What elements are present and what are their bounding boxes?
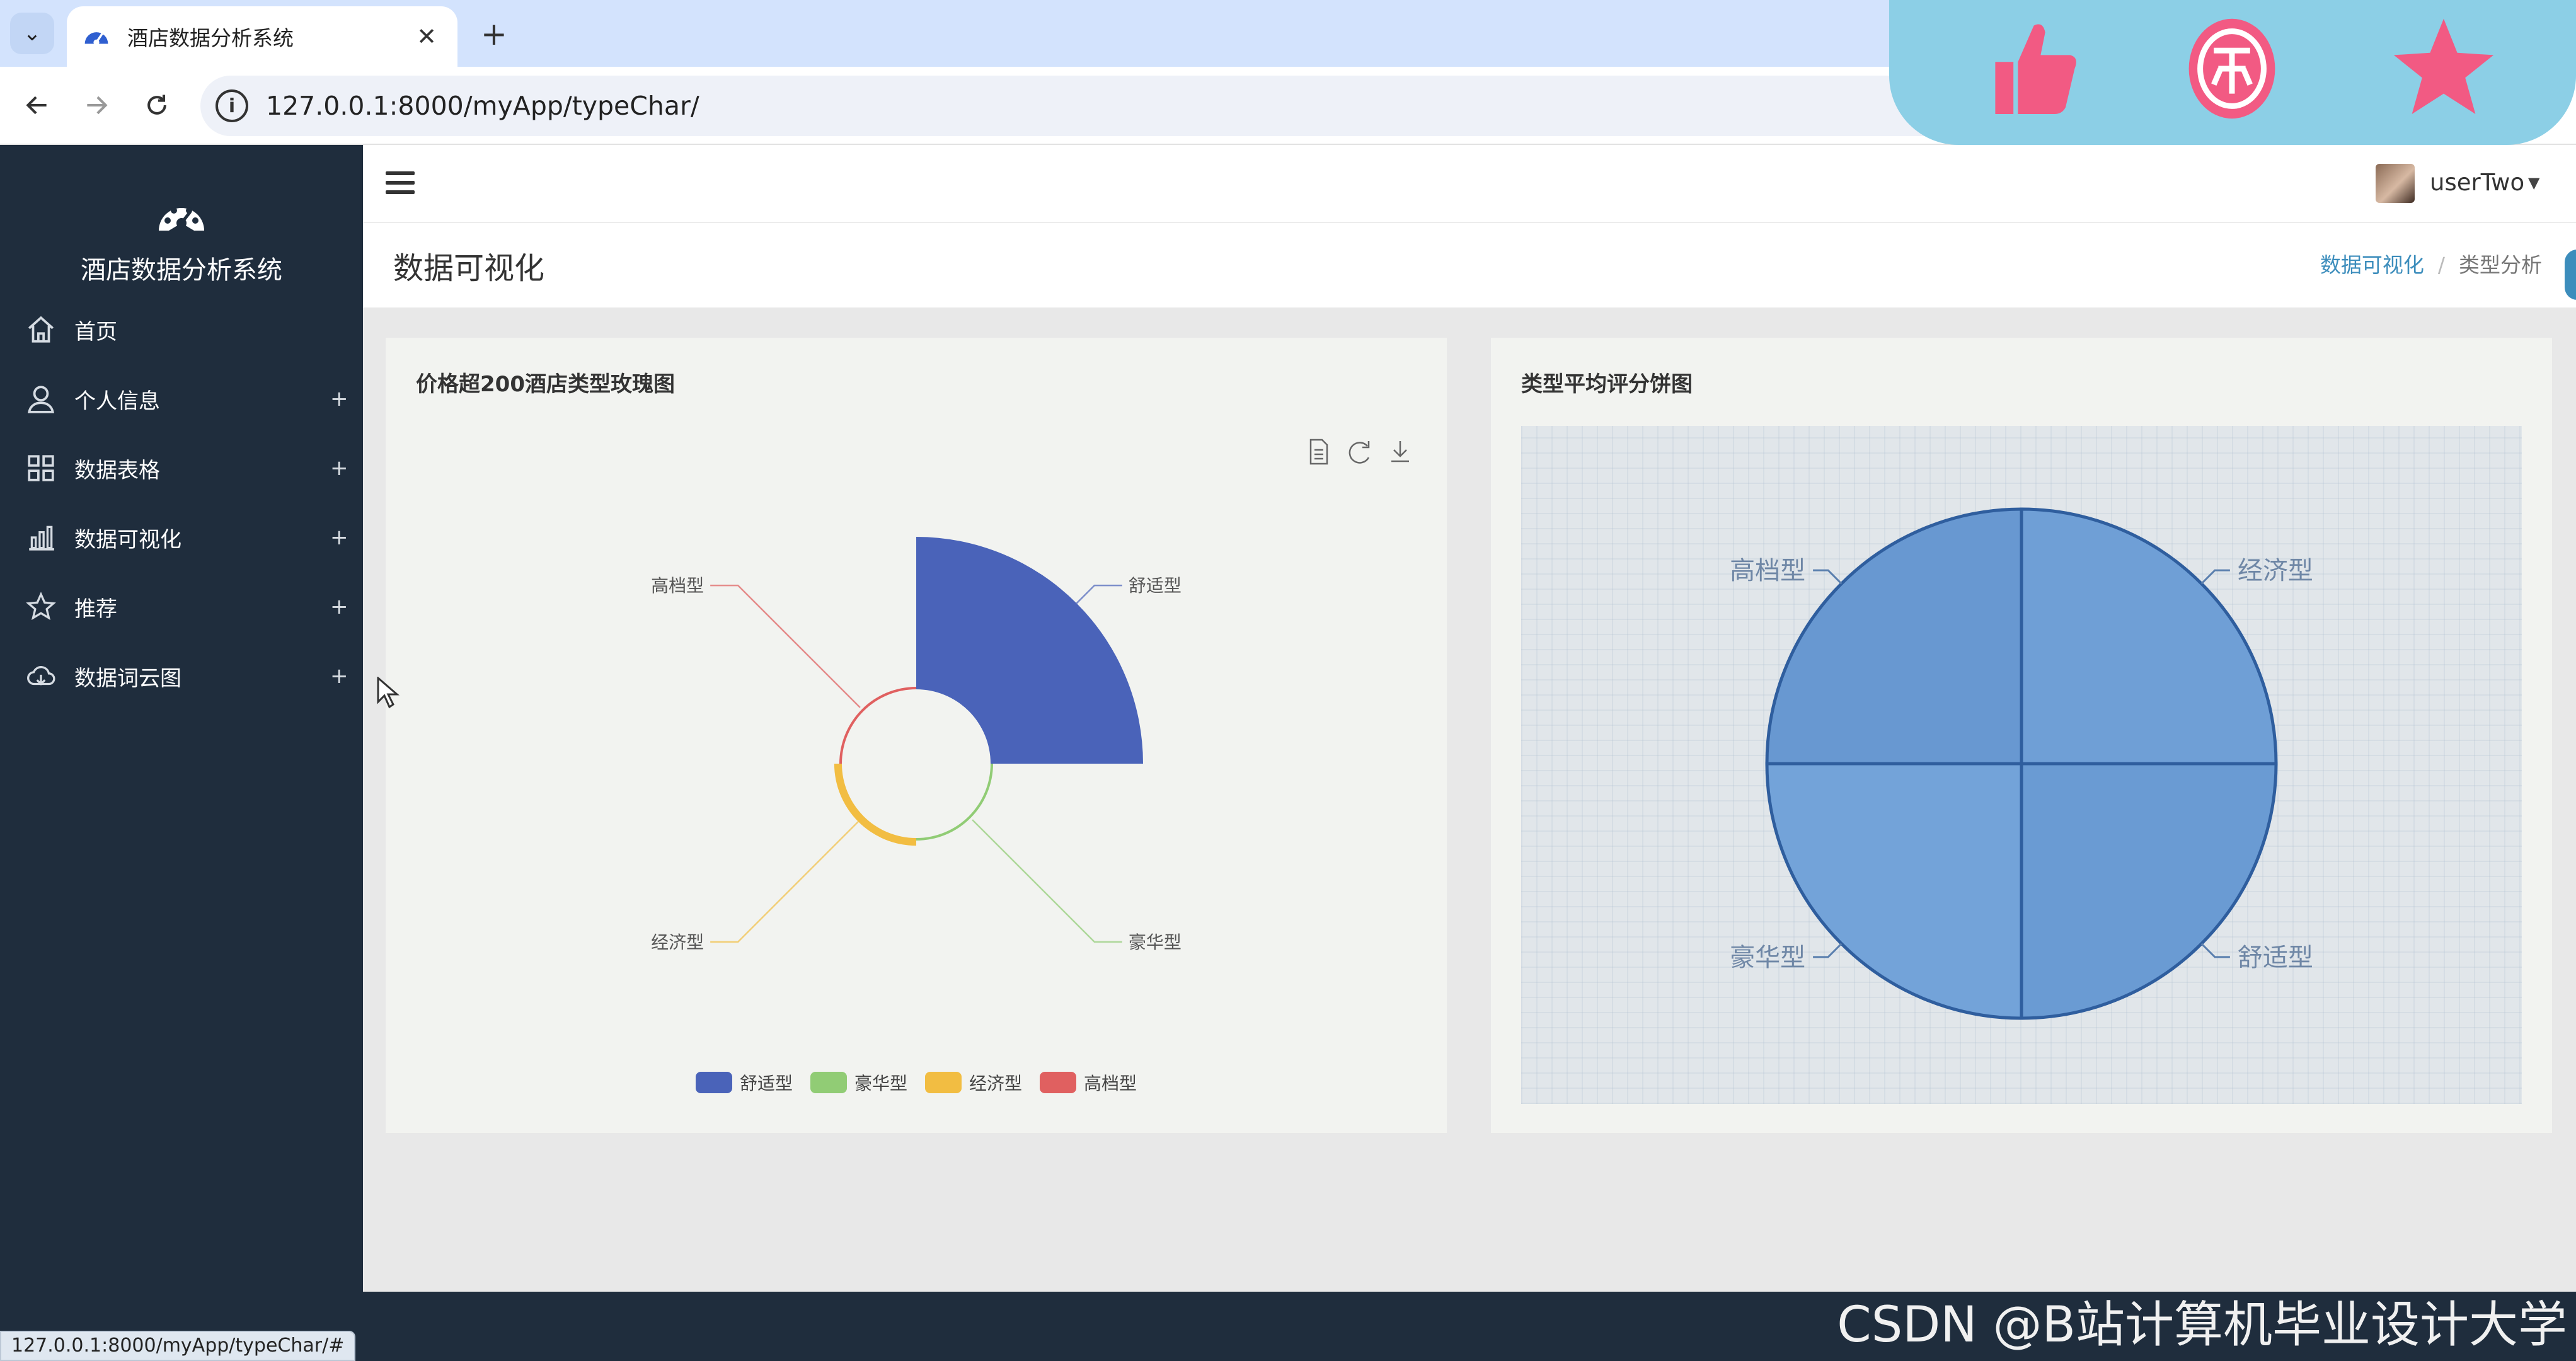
rose-chart: 舒适型豪华型 经济型 高档型 <box>651 537 1182 953</box>
breadcrumb: 数据可视化 / 类型分析 <box>2320 248 2542 279</box>
page-title: 数据可视化 <box>393 251 545 286</box>
label-leader-line <box>710 821 859 943</box>
chart-title: 类型平均评分饼图 <box>1521 372 1693 397</box>
label-leader-line <box>1813 569 1843 585</box>
dashboard-icon <box>159 207 204 231</box>
expand-plus-icon[interactable]: + <box>330 386 348 411</box>
expand-plus-icon[interactable]: + <box>330 456 348 481</box>
site-info-icon[interactable]: i <box>216 89 248 122</box>
breadcrumb-link[interactable]: 数据可视化 <box>2320 253 2424 277</box>
legend-swatch <box>695 1072 732 1093</box>
label-leader-line <box>2200 943 2230 958</box>
legend-swatch <box>925 1072 962 1093</box>
pie-chart-panel: 类型平均评分饼图 经济型舒适型 豪华型 高档型 <box>1491 338 2552 1133</box>
avatar[interactable] <box>2376 164 2415 203</box>
user-icon <box>27 386 55 413</box>
legend-label: 舒适型 <box>739 1073 793 1094</box>
brand-title: 酒店数据分析系统 <box>81 256 282 285</box>
top-navbar: userTwo ▼ <box>363 145 2576 223</box>
new-tab-button[interactable]: + <box>474 14 514 54</box>
hamburger-menu-icon[interactable] <box>386 169 417 197</box>
pie-chart: 经济型舒适型 豪华型 高档型 <box>1730 507 2313 1020</box>
cloud-icon <box>27 666 55 686</box>
mouse-cursor-icon <box>377 677 400 709</box>
watermark: CSDN @B站计算机毕业设计大学 <box>1837 1297 2567 1353</box>
browser-tab[interactable]: 酒店数据分析系统 ✕ <box>67 6 457 67</box>
sidebar-item-label: 推荐 <box>74 596 117 622</box>
address-bar[interactable]: i 127.0.0.1:8000/myApp/typeChar/ <box>200 76 2154 136</box>
slice-label: 经济型 <box>651 932 704 953</box>
sidebar-item-profile[interactable]: 个人信息 + <box>0 364 363 434</box>
label-leader-line <box>2200 569 2230 585</box>
rose-chart-panel: 价格超200酒店类型玫瑰图 舒适型 豪华型 经济型 高档型 舒适型 豪华型 经济型 高档型 <box>386 338 1447 1133</box>
home-icon <box>28 316 54 343</box>
slice-label: 高档型 <box>651 575 704 596</box>
legend-item[interactable]: 豪华型 <box>810 1070 907 1095</box>
slice-label: 经济型 <box>2238 556 2313 585</box>
slice-label: 舒适型 <box>2238 943 2313 972</box>
expand-plus-icon[interactable]: + <box>330 663 348 689</box>
url-text: 127.0.0.1:8000/myApp/typeChar/ <box>266 91 699 121</box>
rose-sector[interactable] <box>916 537 1143 764</box>
tab-close-icon[interactable]: ✕ <box>411 23 442 50</box>
sidebar-item-data-table[interactable]: 数据表格 + <box>0 434 363 503</box>
coin-icon[interactable] <box>2175 9 2289 129</box>
sidebar-item-label: 个人信息 <box>74 388 160 414</box>
breadcrumb-separator: / <box>2437 253 2445 277</box>
legend-item[interactable]: 高档型 <box>1040 1070 1137 1095</box>
floating-action-overlay <box>1889 0 2576 145</box>
legend-item[interactable]: 舒适型 <box>695 1070 793 1095</box>
slice-label: 舒适型 <box>1129 575 1182 596</box>
star-icon[interactable] <box>2387 9 2500 129</box>
sidebar-item-label: 数据表格 <box>74 457 160 483</box>
expand-plus-icon[interactable]: + <box>330 525 348 550</box>
legend-label: 豪华型 <box>854 1073 907 1094</box>
sidebar-item-wordcloud[interactable]: 数据词云图 + <box>0 641 363 711</box>
dashboard-favicon-icon <box>84 32 108 45</box>
pie-plot-area: 经济型舒适型 豪华型 高档型 <box>1521 426 2522 1104</box>
legend-swatch <box>810 1072 847 1093</box>
tab-title: 酒店数据分析系统 <box>127 26 294 50</box>
bar-chart-icon <box>29 525 54 551</box>
label-leader-line <box>972 819 1122 943</box>
sidebar-item-recommend[interactable]: 推荐 + <box>0 572 363 641</box>
pie-slice[interactable] <box>1765 507 2023 766</box>
content-header: 数据可视化 数据可视化 / 类型分析 <box>363 223 2576 307</box>
legend-label: 高档型 <box>1084 1073 1137 1094</box>
pie-slice[interactable] <box>2020 762 2278 1020</box>
sidebar-item-visualization[interactable]: 数据可视化 + <box>0 503 363 572</box>
pie-slice[interactable] <box>2020 507 2278 766</box>
chevron-down-icon: ⌄ <box>23 21 42 46</box>
reload-icon[interactable] <box>135 83 179 127</box>
slice-label: 高档型 <box>1730 556 1805 585</box>
legend-item[interactable]: 经济型 <box>925 1070 1022 1095</box>
slice-label: 豪华型 <box>1730 943 1805 972</box>
status-bar-url: 127.0.0.1:8000/myApp/typeChar/# <box>0 1331 356 1361</box>
forward-arrow-icon[interactable] <box>74 83 118 127</box>
star-icon <box>26 592 56 621</box>
back-arrow-icon[interactable] <box>15 83 59 127</box>
pie-slice[interactable] <box>1765 762 2023 1020</box>
sidebar-item-label: 数据可视化 <box>74 527 181 553</box>
legend-swatch <box>1040 1072 1077 1093</box>
expand-plus-icon[interactable]: + <box>330 594 348 619</box>
sidebar-item-label: 首页 <box>74 319 117 345</box>
username[interactable]: userTwo <box>2430 169 2524 196</box>
slice-label: 豪华型 <box>1129 932 1182 953</box>
sidebar-item-home[interactable]: 首页 <box>0 295 363 364</box>
caret-down-icon[interactable]: ▼ <box>2528 174 2539 192</box>
scroll-indicator <box>2565 250 2576 300</box>
thumbs-up-icon[interactable] <box>1975 9 2088 129</box>
label-leader-line <box>710 584 861 708</box>
label-leader-line <box>1076 584 1122 604</box>
grid-icon <box>28 455 54 481</box>
legend-label: 经济型 <box>969 1073 1023 1094</box>
chart-legend: 舒适型 豪华型 经济型 高档型 <box>386 1070 1447 1095</box>
tab-list-button[interactable]: ⌄ <box>10 13 54 54</box>
breadcrumb-current: 类型分析 <box>2459 253 2542 277</box>
label-leader-line <box>1813 943 1843 958</box>
sidebar-item-label: 数据词云图 <box>74 665 181 691</box>
